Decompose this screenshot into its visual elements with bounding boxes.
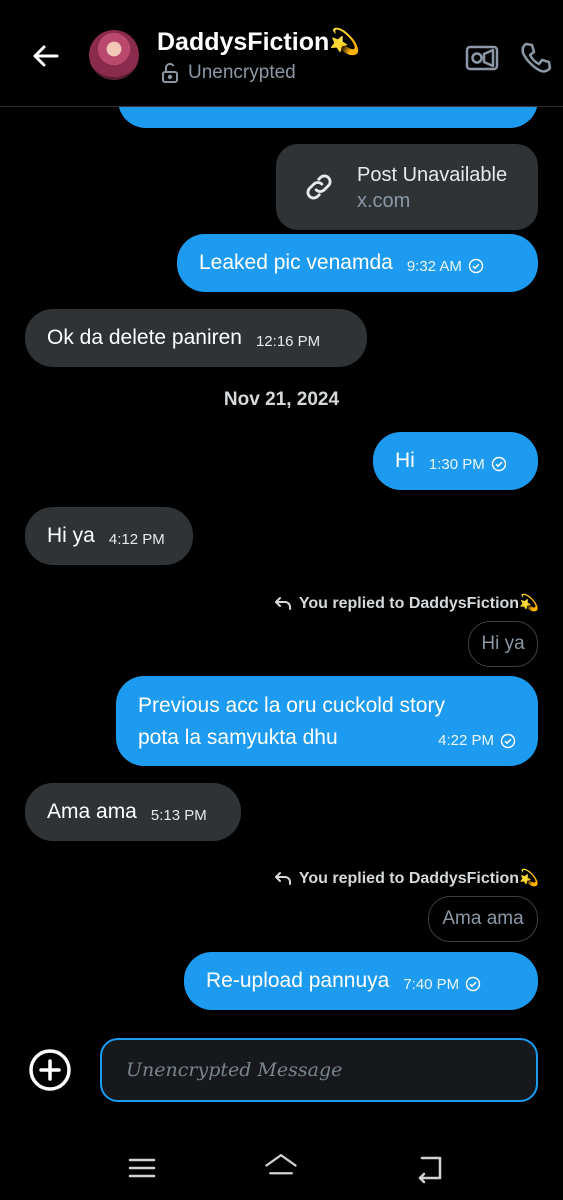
message-text-line: pota la samyukta dhu	[138, 726, 338, 749]
sent-check-icon	[500, 733, 516, 749]
message-text-line: Previous acc la oru cuckold story	[138, 694, 445, 717]
date-separator: Nov 21, 2024	[223, 389, 340, 410]
reply-label: You replied to DaddysFiction💫	[298, 595, 539, 612]
unlocked-icon	[162, 62, 178, 83]
sent-check-icon	[468, 258, 484, 274]
back-arrow-icon[interactable]	[26, 36, 66, 76]
link-card[interactable]: Post Unavailable x.com	[276, 144, 538, 230]
reply-arrow-icon	[274, 872, 291, 885]
encryption-status: Unencrypted	[160, 62, 296, 84]
message-bubble-incoming[interactable]: Ok da delete paniren 12:16 PM	[25, 309, 367, 367]
recent-apps-icon[interactable]	[124, 1150, 160, 1186]
phone-call-icon[interactable]	[518, 40, 554, 76]
chat-header: DaddysFiction💫 Unencrypted	[0, 0, 563, 107]
contact-name[interactable]: DaddysFiction💫	[157, 28, 360, 57]
video-call-icon[interactable]	[464, 40, 500, 76]
message-text: Ok da delete paniren	[47, 326, 242, 349]
message-bubble-outgoing[interactable]: Re-upload pannuya 7:40 PM	[184, 952, 538, 1010]
message-time: 9:32 AM	[407, 258, 484, 275]
message-text: Ama ama	[47, 800, 137, 823]
message-time: 12:16 PM	[255, 332, 321, 350]
message-time: 5:13 PM	[150, 806, 207, 824]
link-card-domain: x.com	[357, 190, 411, 212]
sent-check-icon	[465, 976, 481, 992]
reply-arrow-icon	[274, 597, 291, 610]
composer-area: Unencrypted Message	[0, 1025, 563, 1200]
sent-check-icon	[491, 456, 506, 472]
message-bubble-outgoing[interactable]: Previous acc la oru cuckold story pota l…	[116, 676, 538, 766]
avatar[interactable]	[89, 30, 139, 80]
message-list: Post Unavailable x.com Leaked pic venamd…	[0, 0, 563, 1025]
message-input[interactable]: Unencrypted Message	[100, 1038, 538, 1102]
message-bubble-incoming[interactable]: Hi ya 4:12 PM	[25, 507, 193, 565]
message-text: Hi	[395, 449, 415, 472]
home-icon[interactable]	[263, 1148, 299, 1184]
message-time: 4:22 PM	[438, 725, 516, 757]
message-bubble-outgoing[interactable]: Hi 1:30 PM	[373, 432, 538, 490]
message-time: 4:12 PM	[108, 530, 165, 548]
add-attachment-icon[interactable]	[28, 1048, 72, 1092]
back-nav-icon[interactable]	[412, 1150, 448, 1186]
quoted-message[interactable]: Hi ya	[468, 621, 538, 667]
message-text: Hi ya	[47, 524, 95, 547]
link-card-title: Post Unavailable	[357, 164, 508, 186]
message-text: Leaked pic venamda	[199, 251, 393, 274]
reply-label: You replied to DaddysFiction💫	[298, 870, 539, 887]
quoted-message[interactable]: Ama ama	[428, 896, 538, 942]
message-text: Re-upload pannuya	[206, 969, 390, 992]
message-bubble-outgoing[interactable]: Leaked pic venamda 9:32 AM	[177, 234, 538, 292]
status-text: Unencrypted	[188, 62, 296, 83]
message-input-placeholder: Unencrypted Message	[126, 1059, 343, 1081]
link-icon	[306, 174, 332, 200]
message-time: 7:40 PM	[403, 976, 481, 993]
message-bubble-incoming[interactable]: Ama ama 5:13 PM	[25, 783, 241, 841]
reply-indicator: You replied to DaddysFiction💫	[273, 593, 539, 613]
reply-indicator: You replied to DaddysFiction💫	[273, 868, 539, 888]
message-time: 1:30 PM	[429, 456, 507, 473]
